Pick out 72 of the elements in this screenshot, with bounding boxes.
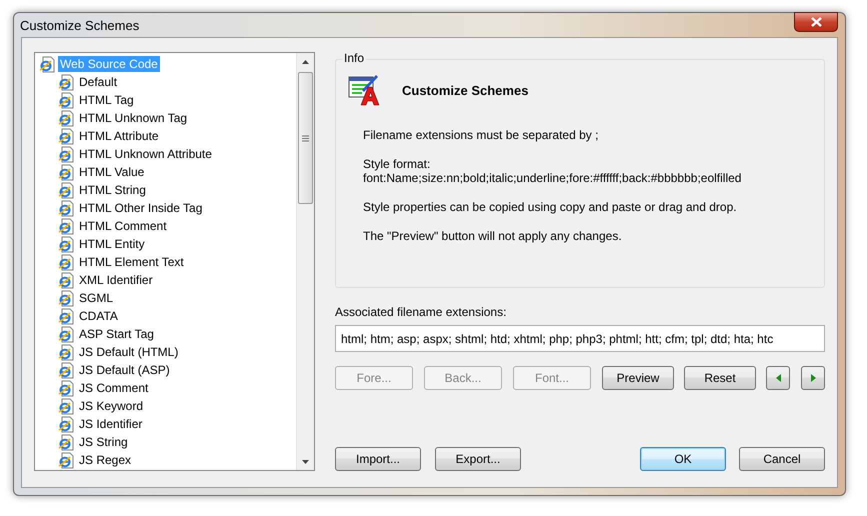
down-arrow-icon: [302, 460, 309, 464]
document-icon: [58, 344, 74, 360]
tree-item[interactable]: Default: [77, 74, 120, 90]
right-arrow-icon: [810, 374, 816, 382]
close-icon: [810, 17, 822, 27]
style-button[interactable]: Preview: [602, 366, 674, 390]
document-icon: [58, 74, 74, 90]
close-button[interactable]: [794, 12, 838, 32]
document-icon: [58, 182, 74, 198]
tree-item[interactable]: ASP Start Tag: [77, 326, 156, 342]
tree-item[interactable]: JS Keyword: [77, 398, 146, 414]
info-text: Filename extensions must be separated by ;: [363, 128, 600, 142]
scroll-thumb[interactable]: [298, 72, 313, 204]
tree-item[interactable]: HTML Comment: [77, 218, 169, 234]
document-icon: [58, 308, 74, 324]
document-icon: [58, 146, 74, 162]
document-icon: [58, 452, 74, 468]
style-button[interactable]: Reset: [684, 366, 756, 390]
info-text: Style properties can be copied using copy and paste or drag and drop.: [363, 200, 738, 214]
info-heading: Customize Schemes: [402, 82, 528, 98]
tree-item[interactable]: HTML Attribute: [77, 128, 161, 144]
grip-icon: [302, 134, 309, 142]
left-arrow-icon: [776, 374, 780, 382]
dialog-button[interactable]: OK: [640, 447, 726, 471]
edit-scheme-icon: [348, 74, 382, 106]
tree-item[interactable]: JS Regex: [77, 452, 134, 468]
group-legend: Info: [342, 51, 366, 65]
dialog-button[interactable]: Export...: [435, 447, 521, 471]
previous-button[interactable]: [766, 366, 790, 390]
document-icon: [58, 128, 74, 144]
info-text: Style format: font:Name;size:nn;bold;italic;underline;fore:#ffffff;back:#bbbbbb;eolfilled: [363, 157, 742, 185]
document-icon: [58, 218, 74, 234]
tree-item[interactable]: JS Default (HTML): [77, 344, 180, 360]
tree-item[interactable]: HTML Unknown Attribute: [77, 146, 214, 162]
dialog-button[interactable]: Cancel: [739, 447, 825, 471]
tree-item[interactable]: XML Identifier: [77, 272, 155, 288]
tree-item[interactable]: JS Identifier: [77, 416, 144, 432]
tree-item[interactable]: HTML Tag: [77, 92, 136, 108]
tree-item[interactable]: HTML Value: [77, 164, 146, 180]
up-arrow-icon: [302, 60, 309, 64]
tree-item[interactable]: JS Comment: [77, 380, 150, 396]
field-label: Associated filename extensions:: [335, 305, 508, 319]
tree-item[interactable]: HTML Entity: [77, 236, 147, 252]
tree-item[interactable]: HTML String: [77, 182, 148, 198]
document-icon: [58, 290, 74, 306]
document-icon: [58, 398, 74, 414]
document-icon: [58, 254, 74, 270]
tree-item[interactable]: HTML Element Text: [77, 254, 186, 270]
tree-item[interactable]: JS Default (ASP): [77, 362, 172, 378]
info-text: The "Preview" button will not apply any changes.: [363, 229, 623, 243]
tree-item[interactable]: CDATA: [77, 308, 120, 324]
document-icon: [58, 92, 74, 108]
document-icon: [58, 434, 74, 450]
scrollbar[interactable]: [296, 53, 314, 470]
tree-item[interactable]: HTML Unknown Tag: [77, 110, 190, 126]
document-icon: [58, 416, 74, 432]
document-icon: [58, 272, 74, 288]
document-icon: [39, 56, 55, 72]
tree-item[interactable]: HTML Other Inside Tag: [77, 200, 204, 216]
document-icon: [58, 380, 74, 396]
document-icon: [58, 236, 74, 252]
tree-item[interactable]: SGML: [77, 290, 116, 306]
document-icon: [58, 326, 74, 342]
document-icon: [58, 362, 74, 378]
document-icon: [58, 200, 74, 216]
document-icon: [58, 110, 74, 126]
next-button[interactable]: [801, 366, 825, 390]
window-title: Customize Schemes: [20, 18, 140, 32]
extensions-field[interactable]: html; htm; asp; aspx; shtml; htd; xhtml; php; php3; phtml; htt; cfm; tpl; dtd; hta; htc: [335, 325, 825, 352]
tree-item[interactable]: JS String: [77, 434, 130, 450]
document-icon: [58, 164, 74, 180]
dialog-button[interactable]: Import...: [335, 447, 421, 471]
